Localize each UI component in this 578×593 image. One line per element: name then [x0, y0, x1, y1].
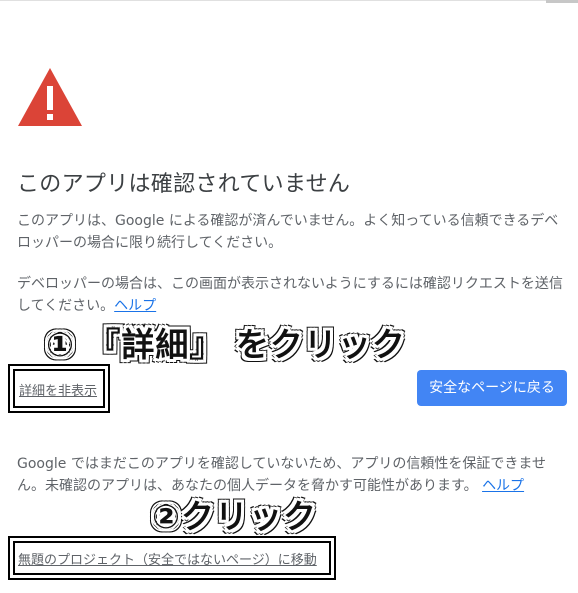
warning-triangle-icon	[18, 68, 82, 126]
unverified-notice: このアプリは、Google による確認が済んでいません。よく知っている信頼できる…	[17, 213, 559, 251]
developer-notice-text: デベロッパーの場合は、この画面が表示されないようにするには確認リクエストを送信し…	[17, 276, 563, 314]
go-to-unsafe-link[interactable]: 無題のプロジェクト（安全ではないページ）に移動	[18, 549, 317, 568]
top-divider	[0, 0, 578, 1]
callout-step-1: ① 『詳細』 をクリック	[46, 325, 406, 364]
callout-step-2: ②クリック	[152, 497, 317, 536]
hide-details-highlight: 詳細を非表示	[8, 364, 110, 413]
hide-details-link[interactable]: 詳細を非表示	[19, 380, 97, 399]
page-title: このアプリは確認されていません	[17, 172, 351, 197]
risk-notice-text: Google ではまだこのアプリを確認していないため、アプリの信頼性を保証できま…	[17, 456, 546, 494]
go-to-unsafe-highlight: 無題のプロジェクト（安全ではないページ）に移動	[8, 536, 336, 580]
consent-warning-page: このアプリは確認されていません このアプリは、Google による確認が済んでい…	[0, 0, 578, 593]
scrollbar-edge	[546, 0, 578, 3]
developer-notice: デベロッパーの場合は、この画面が表示されないようにするには確認リクエストを送信し…	[17, 273, 565, 317]
help-link-1[interactable]: ヘルプ	[114, 298, 156, 314]
back-to-safety-button[interactable]: 安全なページに戻る	[417, 370, 567, 406]
help-link-2[interactable]: ヘルプ	[482, 478, 524, 494]
